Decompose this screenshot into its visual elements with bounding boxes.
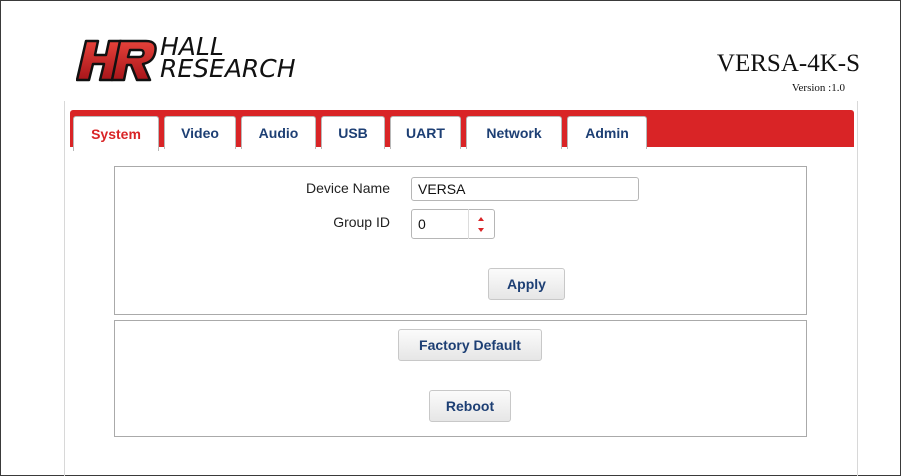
tab-admin[interactable]: Admin: [567, 116, 647, 149]
tab-network[interactable]: Network: [466, 116, 562, 149]
product-title: VERSA-4K-S: [716, 50, 860, 77]
chevron-down-icon[interactable]: [478, 228, 484, 232]
version-label: Version :1.0: [791, 82, 845, 94]
device-name-input[interactable]: [411, 177, 639, 201]
tab-video[interactable]: Video: [164, 116, 236, 149]
tab-system[interactable]: System: [73, 116, 159, 151]
brand-line-research: RESEARCH: [160, 54, 296, 83]
tab-audio[interactable]: Audio: [241, 116, 316, 149]
group-id-stepper[interactable]: [468, 209, 495, 239]
apply-button[interactable]: Apply: [488, 268, 565, 300]
tab-uart[interactable]: UART: [390, 116, 461, 149]
reboot-button[interactable]: Reboot: [429, 390, 511, 422]
tab-bar: System Video Audio USB UART Network Admi…: [70, 110, 854, 151]
chevron-up-icon[interactable]: [478, 217, 484, 221]
hr-logo-icon: [76, 39, 157, 82]
tab-usb[interactable]: USB: [321, 116, 385, 149]
device-name-label: Device Name: [305, 180, 390, 196]
factory-default-button[interactable]: Factory Default: [398, 329, 542, 361]
hall-research-logo: HALL RESEARCH: [76, 34, 336, 87]
group-id-label: Group ID: [333, 214, 390, 230]
